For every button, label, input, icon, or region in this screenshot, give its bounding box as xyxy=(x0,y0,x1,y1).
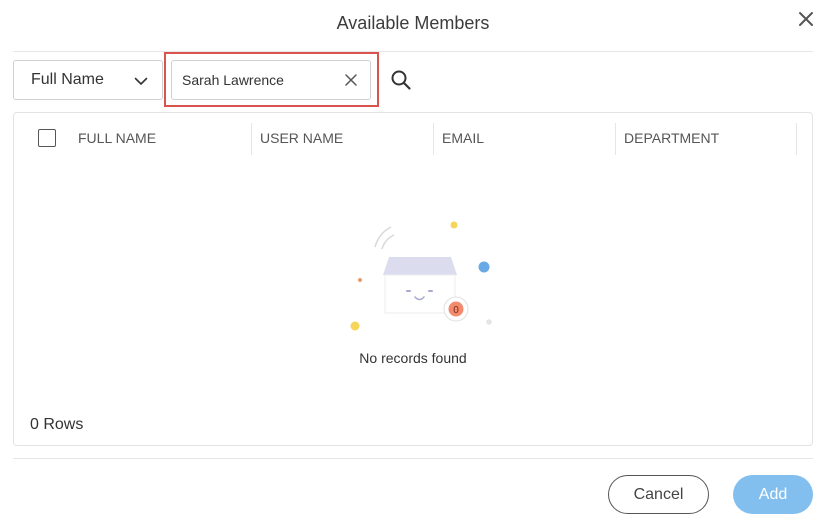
add-button[interactable]: Add xyxy=(733,475,813,514)
search-field-value: Full Name xyxy=(31,71,104,88)
column-divider xyxy=(796,123,797,155)
cancel-button[interactable]: Cancel xyxy=(608,475,709,514)
available-members-dialog: Available Members Full Name FULL NAME xyxy=(0,0,827,527)
dialog-title: Available Members xyxy=(336,13,490,33)
empty-badge-count: 0 xyxy=(453,305,459,316)
empty-box-illustration xyxy=(350,221,492,331)
dialog-header: Available Members xyxy=(13,0,813,52)
svg-text:0: 0 xyxy=(453,305,459,316)
row-count: 0 Rows xyxy=(30,416,84,433)
chevron-down-icon xyxy=(134,77,148,85)
close-icon[interactable] xyxy=(797,10,815,28)
select-all-checkbox[interactable] xyxy=(38,129,56,147)
members-grid: FULL NAME USER NAME EMAIL DEPARTMENT 0 N… xyxy=(13,112,813,446)
empty-message: No records found xyxy=(359,350,467,366)
column-header-full-name[interactable]: FULL NAME xyxy=(78,123,250,155)
search-box xyxy=(171,60,371,100)
grid-header: FULL NAME USER NAME EMAIL DEPARTMENT xyxy=(14,113,812,161)
search-input[interactable] xyxy=(182,69,332,91)
column-header-email[interactable]: EMAIL xyxy=(433,123,615,155)
filter-toolbar: Full Name xyxy=(13,52,813,107)
column-header-user-name[interactable]: USER NAME xyxy=(251,123,433,155)
search-field-dropdown[interactable]: Full Name xyxy=(13,60,163,100)
column-header-department[interactable]: DEPARTMENT xyxy=(615,123,797,155)
clear-icon[interactable] xyxy=(344,73,358,87)
search-icon[interactable] xyxy=(390,69,412,91)
footer-divider xyxy=(13,458,813,459)
